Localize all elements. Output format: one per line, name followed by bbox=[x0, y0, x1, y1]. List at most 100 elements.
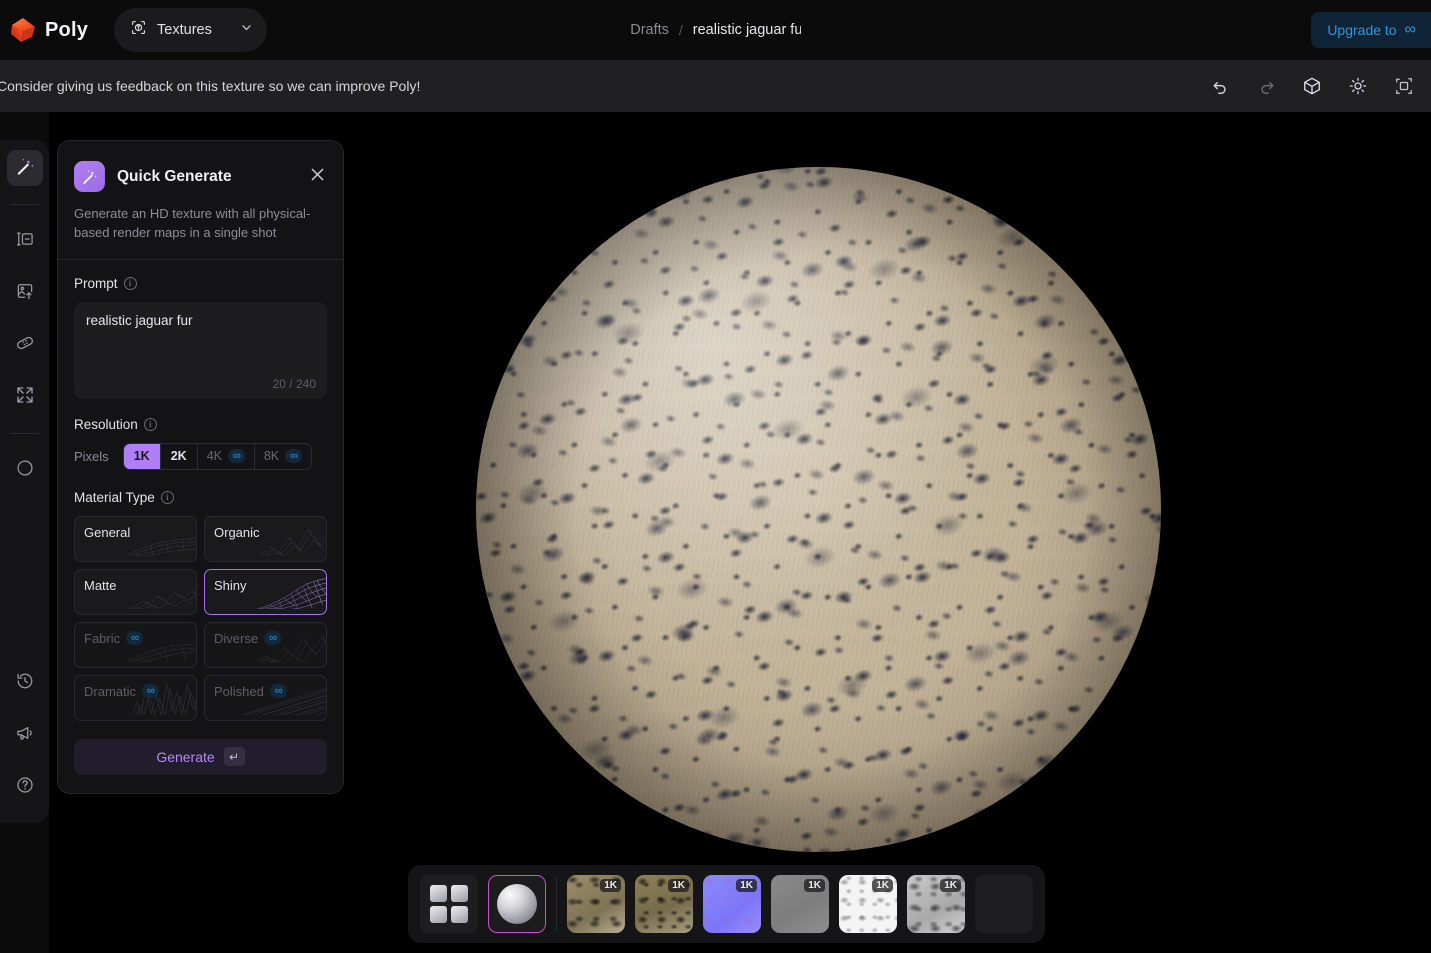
brand[interactable]: Poly bbox=[10, 17, 88, 43]
upscale-icon bbox=[15, 385, 35, 410]
sidebar-item-quick-generate[interactable] bbox=[6, 150, 43, 186]
grid-view-button[interactable] bbox=[420, 875, 478, 933]
info-icon[interactable]: i bbox=[160, 490, 174, 504]
roughness-map[interactable]: 1K bbox=[839, 875, 897, 933]
sidebar-item-patch[interactable] bbox=[7, 327, 43, 363]
sidebar-item-upscale[interactable] bbox=[7, 379, 43, 415]
material-option-dramatic-label: Dramatic ∞ bbox=[84, 684, 159, 699]
material-option-organic[interactable]: Organic bbox=[204, 515, 327, 562]
close-icon[interactable] bbox=[308, 165, 327, 189]
resolution-option-4k[interactable]: 4K ∞ bbox=[198, 443, 255, 469]
quick-generate-panel: Quick Generate Generate an HD texture wi… bbox=[57, 140, 344, 794]
material-option-diverse-label: Diverse ∞ bbox=[214, 631, 281, 646]
undo-icon[interactable] bbox=[1207, 73, 1233, 99]
redo-icon[interactable] bbox=[1253, 73, 1279, 99]
material-option-dramatic[interactable]: Dramatic ∞ bbox=[74, 674, 197, 721]
sidebar-item-text-to-texture[interactable] bbox=[7, 223, 43, 259]
sphere-icon bbox=[497, 884, 537, 924]
texture-map-strip: 1K 1K 1K 1K 1K 1K bbox=[408, 865, 1045, 943]
panel-subtitle: Generate an HD texture with all physical… bbox=[74, 206, 311, 240]
sidebar-item-history[interactable] bbox=[7, 665, 43, 701]
prompt-value: realistic jaguar fur bbox=[86, 312, 193, 328]
patch-icon bbox=[15, 333, 35, 358]
prompt-input[interactable]: realistic jaguar fur 20 / 240 bbox=[74, 301, 327, 399]
material-type-section-label: Material Type i bbox=[74, 490, 327, 505]
resolution-section-label: Resolution i bbox=[74, 417, 327, 432]
material-option-matte[interactable]: Matte bbox=[74, 568, 197, 615]
material-option-diverse-text: Diverse bbox=[214, 630, 259, 646]
prompt-section-label: Prompt i bbox=[74, 276, 327, 291]
mode-selector[interactable]: Textures bbox=[114, 8, 267, 52]
albedo-map[interactable]: 1K bbox=[567, 875, 625, 933]
breadcrumb-drafts[interactable]: Drafts bbox=[630, 22, 669, 38]
premium-infinity-badge: ∞ bbox=[227, 449, 245, 464]
premium-infinity-badge: ∞ bbox=[269, 684, 287, 699]
resolution-label: Resolution bbox=[74, 416, 138, 432]
rail-divider-mid bbox=[10, 433, 39, 434]
resolution-option-8k[interactable]: 8K ∞ bbox=[255, 444, 311, 469]
material-option-polished[interactable]: Polished ∞ bbox=[204, 674, 327, 721]
material-option-organic-label: Organic bbox=[214, 524, 260, 540]
ao-map-badge: 1K bbox=[940, 879, 961, 892]
ao-map[interactable]: 1K bbox=[907, 875, 965, 933]
brand-name: Poly bbox=[45, 18, 89, 41]
material-option-general-label: General bbox=[84, 524, 131, 540]
generate-button[interactable]: Generate ↵ bbox=[74, 738, 327, 775]
history-icon bbox=[15, 671, 35, 696]
poly-logo-icon bbox=[10, 17, 36, 43]
premium-infinity-badge: ∞ bbox=[264, 631, 281, 646]
material-option-fabric[interactable]: Fabric ∞ bbox=[74, 621, 197, 668]
info-icon[interactable]: i bbox=[123, 276, 137, 290]
material-type-label: Material Type bbox=[74, 489, 155, 505]
panel-title: Quick Generate bbox=[117, 167, 232, 185]
sidebar-item-preview-shape[interactable] bbox=[7, 452, 43, 488]
sidebar-item-help[interactable] bbox=[7, 769, 43, 805]
magic-wand-icon bbox=[15, 156, 35, 181]
feedback-bar: Consider giving us feedback on this text… bbox=[0, 60, 1431, 112]
brightness-icon[interactable] bbox=[1345, 73, 1371, 99]
viewport-toolbar bbox=[1207, 73, 1431, 99]
premium-infinity-badge: ∞ bbox=[142, 684, 159, 699]
material-option-matte-label: Matte bbox=[84, 577, 117, 593]
material-type-grid: General Organic Matte Shiny Fabric ∞ Div… bbox=[74, 515, 327, 721]
frame-icon[interactable] bbox=[1391, 73, 1417, 99]
generate-section: Generate ↵ bbox=[58, 725, 343, 793]
help-icon bbox=[15, 775, 35, 800]
infinity-icon: ∞ bbox=[1404, 21, 1416, 38]
resolution-option-1k[interactable]: 1K bbox=[123, 443, 161, 469]
sphere-preview-icon bbox=[15, 458, 35, 483]
sidebar-item-announcements[interactable] bbox=[7, 717, 43, 753]
metallic-map[interactable]: 1K bbox=[771, 875, 829, 933]
breadcrumb-separator: / bbox=[678, 22, 683, 38]
material-option-shiny[interactable]: Shiny bbox=[204, 568, 327, 615]
cube-icon[interactable] bbox=[1299, 73, 1325, 99]
material-option-general[interactable]: General bbox=[74, 515, 197, 562]
resolution-segmented-control: 1K 2K 4K ∞ 8K ∞ bbox=[122, 442, 312, 470]
panel-magic-wand-icon bbox=[74, 161, 105, 192]
premium-infinity-badge: ∞ bbox=[126, 631, 143, 646]
sphere-surface bbox=[476, 167, 1161, 852]
texture-cube-icon bbox=[130, 19, 147, 41]
material-option-diverse[interactable]: Diverse ∞ bbox=[204, 621, 327, 668]
upgrade-label: Upgrade to bbox=[1327, 22, 1397, 38]
upgrade-button[interactable]: Upgrade to ∞ bbox=[1311, 12, 1431, 48]
texture-preview-sphere[interactable] bbox=[476, 167, 1161, 852]
sphere-preview-thumb[interactable] bbox=[488, 875, 546, 933]
panel-header: Quick Generate Generate an HD texture wi… bbox=[58, 141, 343, 260]
premium-infinity-badge: ∞ bbox=[285, 449, 302, 464]
empty-map[interactable] bbox=[975, 875, 1033, 933]
breadcrumb-title[interactable]: realistic jaguar fu bbox=[693, 22, 801, 38]
panel-body: Prompt i realistic jaguar fur 20 / 240 R… bbox=[58, 260, 343, 721]
diffuse-map[interactable]: 1K bbox=[635, 875, 693, 933]
material-option-fabric-label: Fabric ∞ bbox=[84, 631, 143, 646]
sidebar-item-image-upload[interactable] bbox=[7, 275, 43, 311]
resolution-option-2k[interactable]: 2K bbox=[161, 443, 198, 469]
tool-rail bbox=[0, 140, 49, 823]
resolution-option-8k-label: 8K bbox=[263, 449, 280, 464]
resolution-option-1k-label: 1K bbox=[133, 449, 150, 464]
rail-divider-top bbox=[10, 204, 39, 205]
info-icon[interactable]: i bbox=[143, 417, 157, 431]
normal-map[interactable]: 1K bbox=[703, 875, 761, 933]
strip-divider bbox=[556, 877, 557, 931]
enter-key-icon: ↵ bbox=[223, 747, 245, 767]
